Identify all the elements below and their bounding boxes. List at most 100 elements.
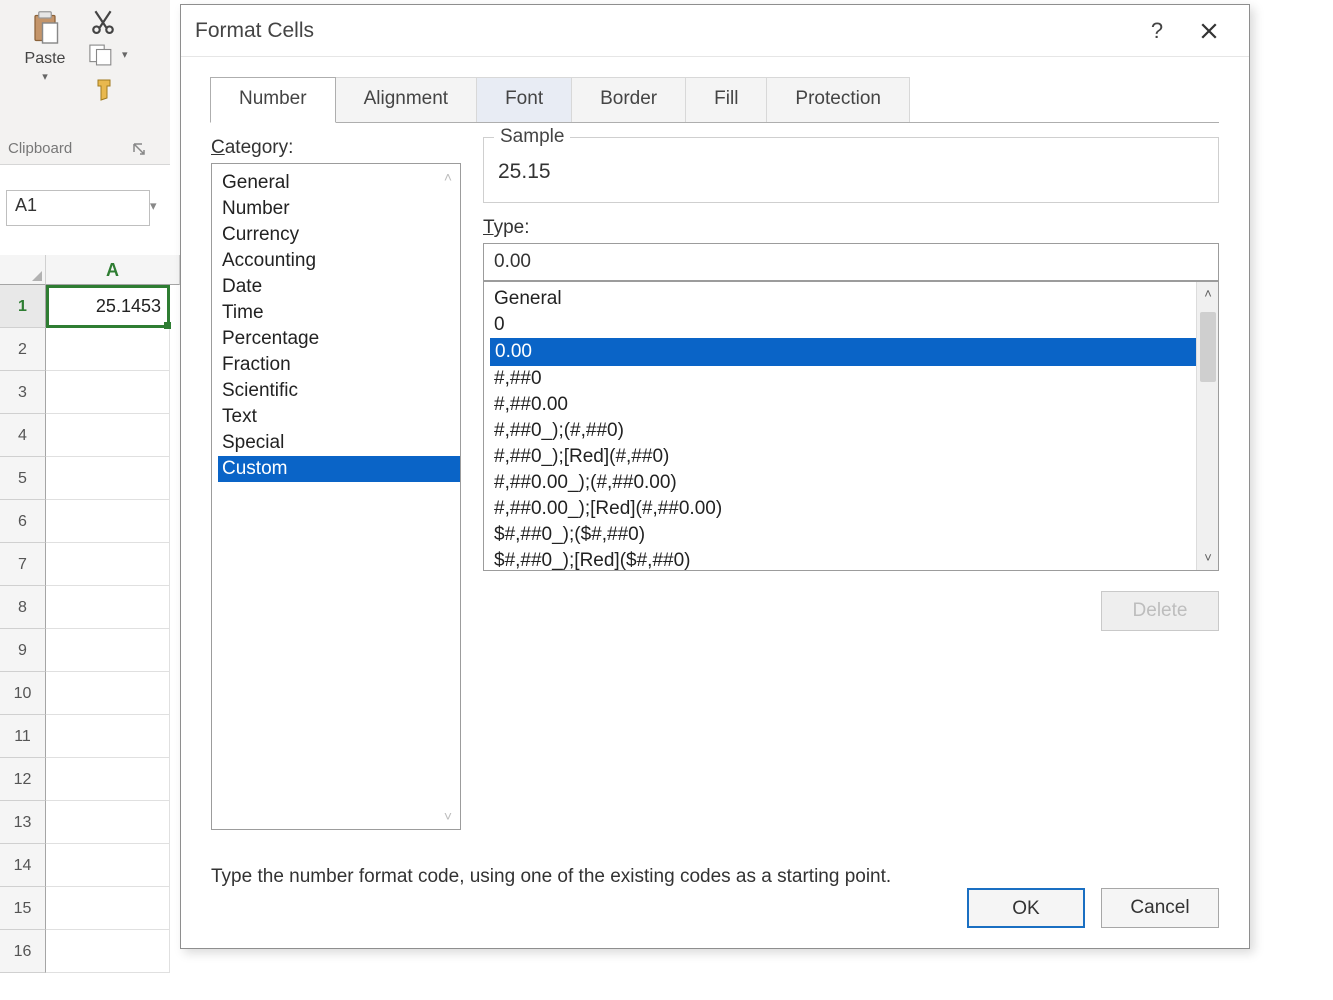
tab-protection[interactable]: Protection (766, 77, 910, 123)
type-item[interactable]: #,##0_);[Red](#,##0) (490, 444, 1218, 470)
row-header[interactable]: 15 (0, 887, 46, 930)
ribbon-clipboard-group: Paste ▾ ▾ Clipboard (0, 0, 170, 165)
clipboard-group-label: Clipboard (8, 140, 72, 157)
type-item[interactable]: #,##0 (490, 366, 1218, 392)
format-painter-icon[interactable] (92, 78, 116, 102)
cell[interactable] (46, 672, 170, 715)
category-item[interactable]: Number (218, 196, 460, 222)
cell[interactable] (46, 629, 170, 672)
row-header[interactable]: 13 (0, 801, 46, 844)
explanation-text: Type the number format code, using one o… (181, 840, 1249, 888)
row-header[interactable]: 10 (0, 672, 46, 715)
cancel-button[interactable]: Cancel (1101, 888, 1219, 928)
tab-font[interactable]: Font (476, 77, 572, 123)
tab-alignment[interactable]: Alignment (335, 77, 478, 123)
row-header[interactable]: 7 (0, 543, 46, 586)
scroll-down-icon[interactable]: ˅ (1197, 546, 1219, 570)
help-button[interactable]: ? (1131, 10, 1183, 52)
cell[interactable] (46, 586, 170, 629)
cell[interactable] (46, 930, 170, 973)
category-label: Category: (211, 137, 461, 159)
cell[interactable] (46, 328, 170, 371)
type-item[interactable]: #,##0.00_);[Red](#,##0.00) (490, 496, 1218, 522)
type-list[interactable]: General00.00#,##0#,##0.00#,##0_);(#,##0)… (483, 281, 1219, 571)
row-header[interactable]: 16 (0, 930, 46, 973)
close-button[interactable] (1183, 10, 1235, 52)
scroll-up-icon[interactable]: ˄ (438, 166, 458, 188)
cell[interactable] (46, 457, 170, 500)
dialog-titlebar[interactable]: Format Cells ? (181, 5, 1249, 57)
name-box[interactable]: A1 (6, 190, 150, 226)
row-header[interactable]: 5 (0, 457, 46, 500)
cell[interactable] (46, 543, 170, 586)
paste-label: Paste (25, 50, 66, 67)
row-header[interactable]: 12 (0, 758, 46, 801)
scroll-up-icon[interactable]: ˄ (1197, 282, 1219, 306)
type-item[interactable]: 0.00 (490, 338, 1218, 366)
column-header-a[interactable]: A (46, 255, 180, 285)
sample-group: Sample 25.15 (483, 137, 1219, 203)
delete-button[interactable]: Delete (1101, 591, 1219, 631)
type-list-scrollbar[interactable]: ˄ ˅ (1196, 282, 1218, 570)
row-header[interactable]: 3 (0, 371, 46, 414)
type-item[interactable]: #,##0.00_);(#,##0.00) (490, 470, 1218, 496)
category-item[interactable]: Scientific (218, 378, 460, 404)
row-header[interactable]: 4 (0, 414, 46, 457)
clipboard-dialog-launcher-icon[interactable] (132, 142, 150, 160)
cell[interactable] (46, 371, 170, 414)
tab-number[interactable]: Number (210, 77, 336, 123)
name-box-dropdown-icon[interactable]: ▾ (150, 198, 157, 214)
type-label: Type: (483, 217, 1219, 239)
category-item[interactable]: Custom (218, 456, 460, 482)
tab-fill[interactable]: Fill (685, 77, 767, 123)
close-icon (1200, 22, 1218, 40)
cut-icon[interactable] (90, 8, 116, 34)
select-all-button[interactable] (0, 255, 46, 285)
category-list[interactable]: ˄ GeneralNumberCurrencyAccountingDateTim… (211, 163, 461, 830)
copy-icon[interactable] (88, 44, 116, 66)
category-item[interactable]: Accounting (218, 248, 460, 274)
category-item[interactable]: Fraction (218, 352, 460, 378)
category-item[interactable]: Percentage (218, 326, 460, 352)
copy-dropdown-arrow[interactable]: ▾ (122, 48, 128, 61)
row-header[interactable]: 6 (0, 500, 46, 543)
cell[interactable] (46, 844, 170, 887)
worksheet-grid: A 125.14532345678910111213141516 (0, 255, 180, 973)
row-header[interactable]: 9 (0, 629, 46, 672)
ok-button[interactable]: OK (967, 888, 1085, 928)
cell[interactable] (46, 801, 170, 844)
cell[interactable] (46, 500, 170, 543)
tab-border[interactable]: Border (571, 77, 686, 123)
cell[interactable] (46, 715, 170, 758)
category-item[interactable]: Time (218, 300, 460, 326)
category-item[interactable]: Currency (218, 222, 460, 248)
category-item[interactable]: Text (218, 404, 460, 430)
scroll-thumb[interactable] (1200, 312, 1216, 382)
type-item[interactable]: #,##0.00 (490, 392, 1218, 418)
type-item[interactable]: $#,##0_);[Red]($#,##0) (490, 548, 1218, 571)
category-item[interactable]: General (218, 170, 460, 196)
row-header[interactable]: 11 (0, 715, 46, 758)
type-input[interactable] (483, 243, 1219, 281)
scroll-down-icon[interactable]: ˅ (438, 805, 458, 827)
paste-icon (30, 10, 60, 46)
cell[interactable] (46, 414, 170, 457)
category-item[interactable]: Special (218, 430, 460, 456)
sample-label: Sample (494, 126, 570, 148)
paste-button[interactable]: Paste ▾ (10, 10, 80, 83)
dialog-title: Format Cells (195, 19, 314, 43)
type-item[interactable]: #,##0_);(#,##0) (490, 418, 1218, 444)
row-header[interactable]: 8 (0, 586, 46, 629)
type-item[interactable]: $#,##0_);($#,##0) (490, 522, 1218, 548)
cell[interactable]: 25.1453 (46, 285, 170, 328)
category-item[interactable]: Date (218, 274, 460, 300)
format-cells-dialog: Format Cells ? Number Alignment Font Bor… (180, 4, 1250, 949)
row-header[interactable]: 14 (0, 844, 46, 887)
type-item[interactable]: General (490, 286, 1218, 312)
row-header[interactable]: 2 (0, 328, 46, 371)
row-header[interactable]: 1 (0, 285, 46, 328)
cell[interactable] (46, 887, 170, 930)
type-item[interactable]: 0 (490, 312, 1218, 338)
paste-dropdown-arrow[interactable]: ▾ (10, 70, 80, 83)
cell[interactable] (46, 758, 170, 801)
